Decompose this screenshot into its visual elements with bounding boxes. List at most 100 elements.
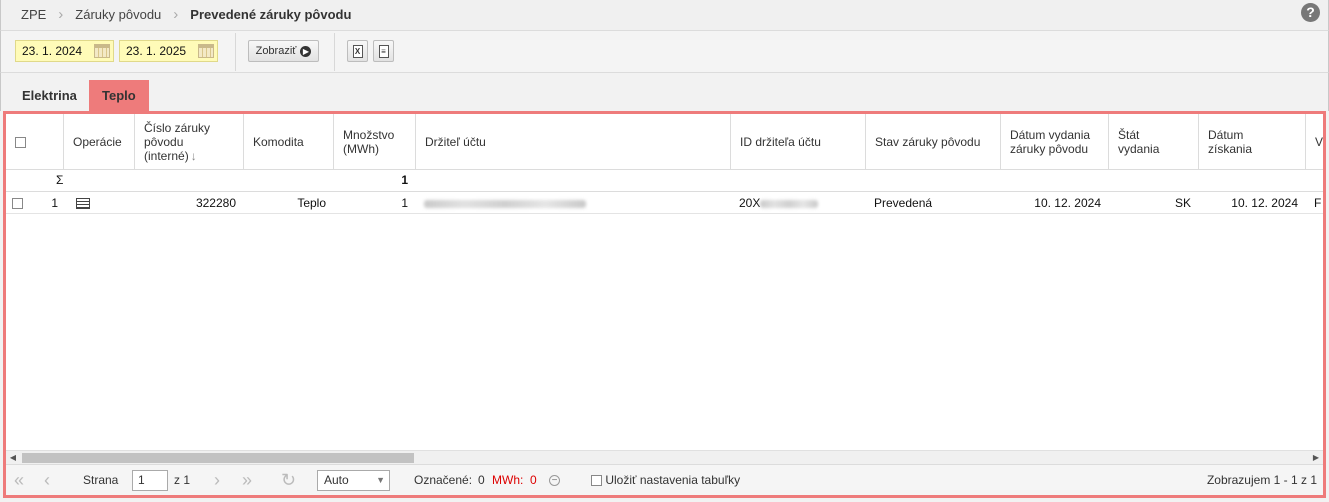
refresh-icon[interactable]: ↻ (281, 465, 296, 495)
header-holder-id[interactable]: ID držiteľa účtu (731, 114, 866, 170)
row-commodity: Teplo (297, 196, 326, 210)
calendar-icon[interactable] (198, 44, 214, 58)
header-holder[interactable]: Držiteľ účtu (416, 114, 731, 170)
row-issue-date: 10. 12. 2024 (1034, 196, 1101, 210)
display-info: Zobrazujem 1 - 1 z 1 (1206, 473, 1317, 487)
breadcrumb: ZPE › Záruky pôvodu › Prevedené záruky p… (21, 6, 351, 23)
header-operations[interactable]: Operácie (64, 114, 135, 170)
header-acquired-date-label: Dátum získania (1208, 128, 1252, 156)
select-all-checkbox[interactable] (15, 136, 26, 148)
breadcrumb-separator-icon: › (173, 6, 179, 23)
header-holder-label: Držiteľ účtu (425, 135, 486, 149)
minus-circle-icon[interactable]: − (549, 475, 560, 487)
header-country-line: Štát (1118, 128, 1140, 142)
summary-row: Σ 1 (6, 170, 1323, 192)
show-button[interactable]: Zobraziť ▶ (248, 40, 319, 62)
scroll-left-icon[interactable]: ◀ (6, 451, 20, 465)
header-status-label: Stav záruky pôvodu (875, 135, 981, 149)
header-country[interactable]: Štát vydania (1109, 114, 1199, 170)
header-next-column[interactable]: V (1306, 114, 1324, 170)
chevron-down-icon: ▼ (376, 475, 385, 485)
header-amount[interactable]: Množstvo (MWh) (334, 114, 416, 170)
date-from-field[interactable]: 23. 1. 2024 (15, 40, 114, 62)
calendar-icon[interactable] (94, 44, 110, 58)
row-holder-id: 20X (731, 193, 866, 214)
sum-icon: Σ (56, 173, 64, 187)
breadcrumb-current: Prevedené záruky pôvodu (190, 7, 352, 22)
header-amount-line: Množstvo (343, 128, 395, 142)
table-row[interactable]: 1 322280 Teplo 1 20X Prevedená 10. 12. 2… (6, 193, 1323, 214)
last-page-icon[interactable]: » (242, 465, 252, 495)
header-issue-date[interactable]: Dátum vydania záruky pôvodu (1001, 114, 1109, 170)
breadcrumb-item-guarantees[interactable]: Záruky pôvodu (75, 7, 161, 22)
page-size-select[interactable]: Auto ▼ (317, 470, 390, 491)
row-number: 1 (51, 196, 58, 210)
marked-label: Označené: (414, 473, 473, 487)
sum-amount: 1 (401, 173, 408, 187)
sort-descending-icon[interactable]: ↓ (191, 149, 197, 163)
guarantees-table: Operácie Číslo záruky pôvodu (interné) ↓ … (3, 111, 1326, 498)
scroll-right-icon[interactable]: ▶ (1309, 451, 1323, 465)
next-page-icon[interactable]: › (214, 465, 220, 495)
header-gid-line: pôvodu (144, 135, 184, 149)
table-header: Operácie Číslo záruky pôvodu (interné) ↓ … (6, 114, 1323, 170)
header-acquired-date-line: získania (1208, 142, 1253, 156)
header-select-all[interactable] (6, 114, 64, 170)
first-page-icon[interactable]: « (14, 465, 24, 495)
tab-teplo[interactable]: Teplo (89, 80, 149, 111)
header-amount-label: Množstvo (MWh) (343, 128, 394, 156)
date-to-field[interactable]: 23. 1. 2025 (119, 40, 218, 62)
row-status: Prevedená (874, 196, 933, 210)
header-status[interactable]: Stav záruky pôvodu (866, 114, 1001, 170)
previous-page-icon[interactable]: ‹ (44, 465, 50, 495)
header-next-column-label: V (1315, 135, 1324, 149)
header-issue-date-line: Dátum vydania (1010, 128, 1091, 142)
header-commodity-label: Komodita (253, 135, 304, 149)
page-label: Strana (83, 473, 119, 487)
redacted-holder-name (424, 199, 586, 208)
header-gid[interactable]: Číslo záruky pôvodu (interné) ↓ (135, 114, 244, 170)
header-commodity[interactable]: Komodita (244, 114, 334, 170)
row-operations[interactable] (68, 193, 108, 214)
detail-list-icon[interactable] (76, 198, 90, 210)
export-document-button[interactable]: ≡ (373, 40, 394, 62)
page-number-input[interactable]: 1 (132, 470, 168, 491)
help-icon[interactable]: ? (1301, 3, 1320, 22)
row-country: SK (1174, 196, 1191, 210)
header-amount-line: (MWh) (343, 142, 379, 156)
row-amount: 1 (401, 196, 408, 210)
mwh-label: MWh: (492, 473, 524, 487)
row-next-column: F (1314, 196, 1322, 210)
row-holder (416, 193, 731, 214)
pager: « ‹ Strana 1 z 1 › » ↻ Auto ▼ Označené: … (6, 464, 1323, 495)
save-settings-option[interactable]: Uložiť nastavenia tabuľky (591, 465, 740, 495)
toolbar-divider (235, 33, 236, 71)
header-acquired-date-line: Dátum (1208, 128, 1244, 142)
header-country-line: vydania (1118, 142, 1160, 156)
horizontal-scrollbar[interactable]: ◀ ▶ (6, 450, 1323, 464)
header-issue-date-line: záruky pôvodu (1010, 142, 1089, 156)
header-acquired-date[interactable]: Dátum získania (1199, 114, 1306, 170)
breadcrumb-separator-icon: › (58, 6, 64, 23)
page-size-value: Auto (324, 473, 349, 487)
date-to-value[interactable]: 23. 1. 2025 (126, 44, 186, 58)
redacted-holder-id (760, 199, 819, 208)
excel-file-icon: X (352, 44, 363, 58)
page-count-label: z 1 (174, 473, 191, 487)
scrollbar-thumb[interactable] (22, 453, 414, 463)
row-checkbox[interactable] (12, 198, 23, 209)
date-from-value[interactable]: 23. 1. 2024 (22, 44, 82, 58)
header-issue-date-label: Dátum vydania záruky pôvodu (1010, 128, 1090, 156)
export-excel-button[interactable]: X (347, 40, 368, 62)
mwh-value: 0 (530, 473, 537, 487)
header-gid-label: Číslo záruky pôvodu (interné) ↓ (144, 121, 210, 163)
save-settings-checkbox[interactable] (591, 475, 602, 487)
tab-elektrina[interactable]: Elektrina (9, 80, 90, 111)
header-country-label: Štát vydania (1118, 128, 1159, 156)
show-button-label: Zobraziť (255, 45, 297, 57)
breadcrumb-item-zpe[interactable]: ZPE (21, 7, 46, 22)
document-file-icon: ≡ (378, 44, 389, 58)
toolbar: 23. 1. 2024 23. 1. 2025 Zobraziť ▶ X ≡ (0, 31, 1329, 73)
row-checkbox-cell[interactable] (6, 193, 30, 214)
clear-marked-button[interactable]: − (549, 465, 560, 495)
